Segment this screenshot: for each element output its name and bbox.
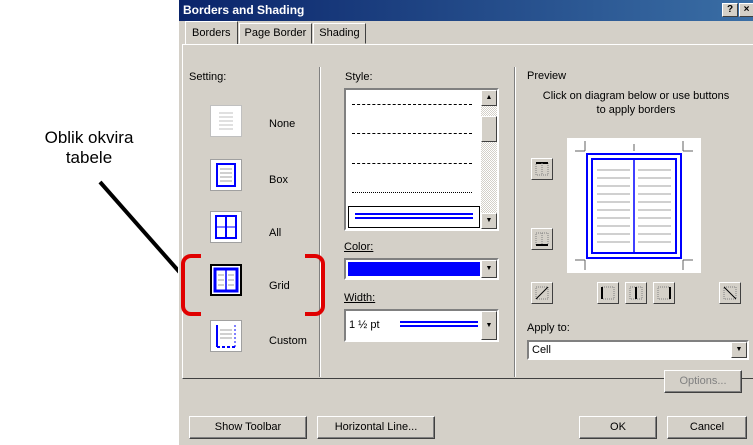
tab-shading[interactable]: Shading	[313, 23, 366, 44]
scroll-thumb[interactable]	[481, 116, 497, 142]
setting-custom-icon[interactable]	[210, 320, 242, 352]
right-border-button[interactable]	[653, 282, 675, 304]
color-dropdown[interactable]: ▼	[344, 258, 499, 280]
help-button[interactable]: ?	[722, 3, 738, 17]
scroll-up-icon[interactable]: ▲	[481, 90, 497, 106]
apply-to-dropdown[interactable]: Cell ▼	[527, 340, 749, 360]
width-dropdown[interactable]: 1 ½ pt ▼	[344, 309, 499, 342]
setting-box-label[interactable]: Box	[269, 174, 288, 186]
setting-all-icon[interactable]	[210, 211, 242, 243]
width-line-sample	[400, 321, 478, 327]
style-option[interactable]	[352, 192, 472, 193]
color-swatch	[348, 262, 480, 276]
setting-box-icon[interactable]	[210, 159, 242, 191]
ok-button[interactable]: OK	[579, 416, 657, 439]
style-scrollbar[interactable]: ▲ ▼	[481, 90, 497, 229]
width-value: 1 ½ pt	[349, 319, 380, 331]
tab-borders[interactable]: Borders	[185, 21, 238, 44]
style-option[interactable]	[352, 104, 472, 105]
preview-hint: Click on diagram below or use buttons to…	[542, 90, 730, 116]
setting-none-icon[interactable]	[210, 105, 242, 137]
inside-vertical-border-button[interactable]	[625, 282, 647, 304]
style-option[interactable]	[352, 133, 472, 134]
horizontal-line-button[interactable]: Horizontal Line...	[317, 416, 435, 439]
style-listbox[interactable]: ▲ ▼	[344, 88, 499, 231]
style-option[interactable]	[352, 163, 472, 164]
chevron-down-icon[interactable]: ▼	[731, 342, 747, 358]
apply-to-value: Cell	[532, 344, 551, 356]
bottom-border-button[interactable]	[531, 228, 553, 250]
setting-grid-label[interactable]: Grid	[269, 280, 290, 292]
tab-page-border[interactable]: Page Border	[238, 23, 313, 44]
apply-to-label: Apply to:	[527, 322, 570, 334]
setting-none-label[interactable]: None	[269, 118, 295, 130]
width-label: Width:	[344, 292, 376, 304]
dialog-title: Borders and Shading	[183, 3, 305, 17]
style-option-selected[interactable]	[348, 206, 480, 228]
title-bar: Borders and Shading ? ×	[179, 0, 753, 21]
preview-diagram[interactable]	[567, 138, 701, 273]
diagonal-up-border-button[interactable]	[531, 282, 553, 304]
preview-label: Preview	[527, 70, 567, 82]
chevron-down-icon[interactable]: ▼	[481, 260, 497, 278]
scroll-down-icon[interactable]: ▼	[481, 213, 497, 229]
left-border-button[interactable]	[597, 282, 619, 304]
setting-all-label[interactable]: All	[269, 227, 281, 239]
chevron-down-icon[interactable]: ▼	[481, 311, 497, 340]
tab-strip: Borders Page Border Shading	[185, 21, 367, 45]
show-toolbar-button[interactable]: Show Toolbar	[189, 416, 307, 439]
options-button[interactable]: Options...	[664, 370, 742, 393]
separator-1	[319, 67, 321, 377]
setting-grid-icon[interactable]	[210, 264, 242, 296]
separator-2	[514, 67, 516, 377]
color-label: Color:	[344, 241, 374, 253]
top-border-button[interactable]	[531, 158, 553, 180]
close-button[interactable]: ×	[739, 3, 753, 17]
cancel-button[interactable]: Cancel	[667, 416, 747, 439]
borders-shading-dialog: Borders and Shading ? × Borders Page Bor…	[178, 0, 753, 445]
style-label: Style:	[345, 71, 373, 83]
setting-custom-label[interactable]: Custom	[269, 335, 307, 347]
setting-label: Setting:	[189, 71, 227, 83]
diagonal-down-border-button[interactable]	[719, 282, 741, 304]
